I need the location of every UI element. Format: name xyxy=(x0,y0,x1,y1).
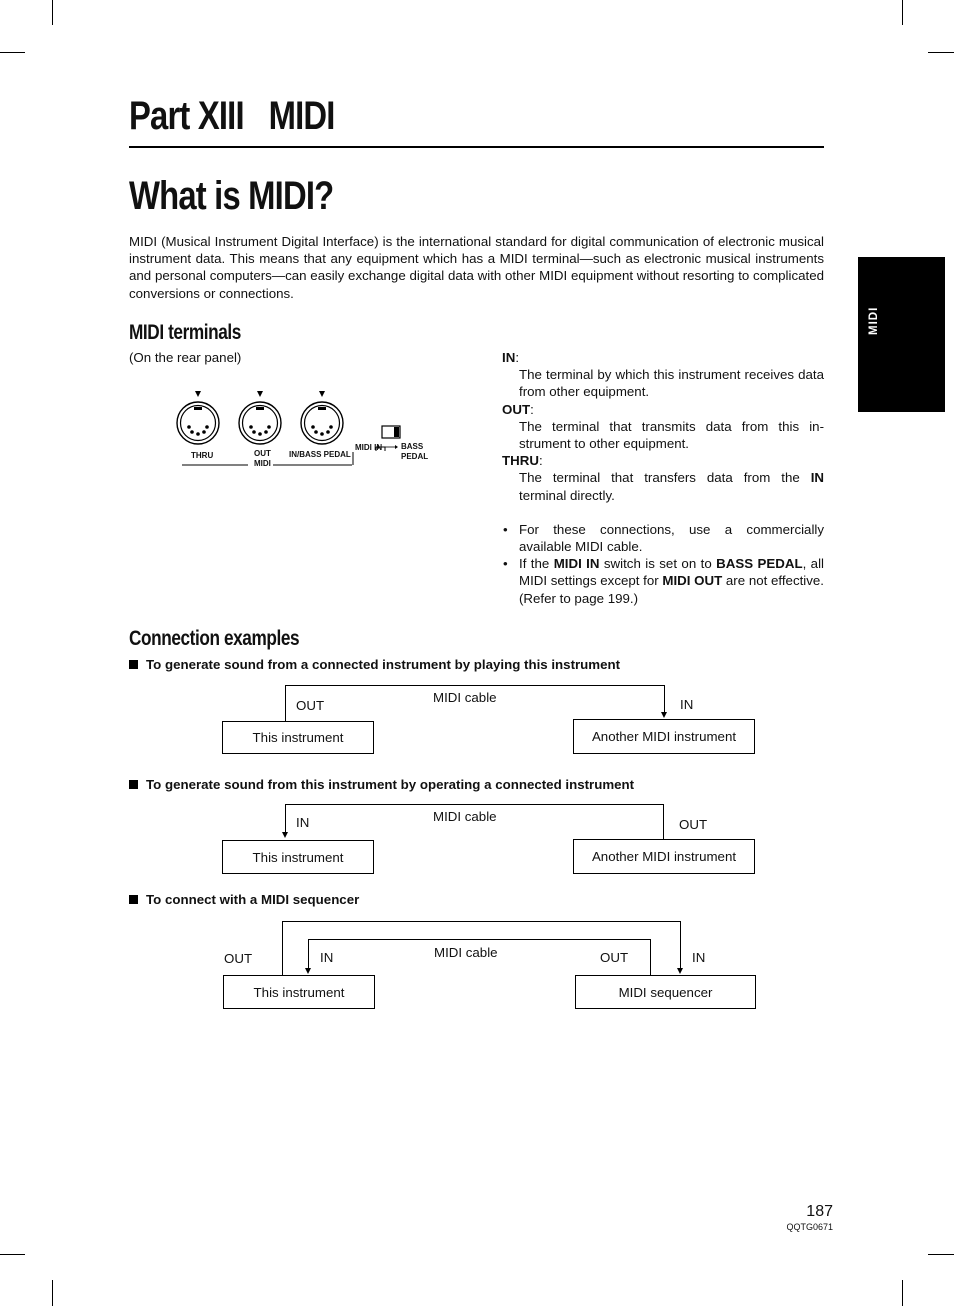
cable-line xyxy=(285,804,664,805)
crop-mark xyxy=(52,0,53,25)
definition-thru-text: The terminal that transfers data from th… xyxy=(502,469,824,503)
another-instrument-box: Another MIDI instrument xyxy=(573,839,755,874)
switch-label-midi-in: MIDI IN xyxy=(355,443,383,452)
square-bullet-icon xyxy=(129,780,138,789)
port-label-sequencer-out: OUT xyxy=(600,950,629,965)
jack-label-in-bass-pedal: IN/BASS PEDAL xyxy=(289,450,351,459)
page-title: What is MIDI? xyxy=(129,174,334,218)
crop-mark xyxy=(902,1280,903,1306)
midi-jack-thru xyxy=(176,391,220,445)
term-thru: THRU xyxy=(502,453,539,469)
arrow-down-icon xyxy=(282,832,288,838)
page-number: 187 xyxy=(806,1203,833,1220)
example-3-title: To connect with a MIDI sequencer xyxy=(129,892,359,907)
text-bold: MIDI OUT xyxy=(662,573,723,589)
example-title-text: To generate sound from this instrument b… xyxy=(146,777,635,792)
jack-label-thru: THRU xyxy=(191,451,214,460)
crop-mark xyxy=(928,52,954,53)
jack-group-label: MIDI xyxy=(254,459,271,468)
cable-line xyxy=(285,685,286,721)
midi-jack-out xyxy=(238,391,282,445)
switch-label-bass: BASS xyxy=(401,442,424,451)
document-code: QQTG0671 xyxy=(786,1222,833,1232)
port-label-this-out: OUT xyxy=(224,951,253,966)
crop-mark xyxy=(928,1254,954,1255)
term-in: IN xyxy=(502,350,516,365)
this-instrument-box: This instrument xyxy=(222,840,374,874)
square-bullet-icon xyxy=(129,660,138,669)
cable-label: MIDI cable xyxy=(433,690,497,705)
cable-line xyxy=(308,939,651,940)
side-tab-label: MIDI xyxy=(868,306,880,335)
text-bold: IN xyxy=(810,470,824,486)
text-part: terminal directly. xyxy=(519,487,615,503)
crop-mark xyxy=(0,52,25,53)
terminals-heading: MIDI terminals xyxy=(129,321,241,344)
cable-line xyxy=(664,685,665,713)
port-label-this-in: IN xyxy=(320,950,334,965)
text-part: The terminal that transfers data from th… xyxy=(519,470,811,486)
term-out: OUT xyxy=(502,401,531,417)
cable-line xyxy=(285,804,286,833)
cable-line xyxy=(308,939,309,969)
midi-sequencer-box: MIDI sequencer xyxy=(575,975,756,1009)
crop-mark xyxy=(0,1254,25,1255)
definition-in: IN: The terminal by which this instrumen… xyxy=(502,350,824,400)
port-label-in: IN xyxy=(680,697,694,712)
text-part: switch is set on to xyxy=(599,556,717,572)
arrow-down-icon xyxy=(305,968,311,974)
notes-list: For these connections, use a commerciall… xyxy=(502,521,824,607)
definition-thru: THRU: The terminal that transfers data f… xyxy=(502,453,824,503)
note-item: If the MIDI IN switch is set on to BASS … xyxy=(502,555,824,607)
text-bold: BASS PEDAL xyxy=(716,556,803,572)
note-item: For these connections, use a commerciall… xyxy=(502,521,824,555)
midi-jack-in xyxy=(300,391,344,445)
definition-out: OUT: The terminal that transmits data fr… xyxy=(502,401,824,452)
cable-line xyxy=(282,921,283,976)
text-bold: MIDI IN xyxy=(553,556,600,572)
part-title: Part XIII MIDI xyxy=(129,94,335,138)
arrow-down-icon xyxy=(661,712,667,718)
port-label-sequencer-in: IN xyxy=(692,950,706,965)
cable-line xyxy=(680,921,681,969)
cable-line xyxy=(663,804,664,839)
square-bullet-icon xyxy=(129,895,138,904)
midi-in-switch xyxy=(381,425,401,439)
switch-label-pedal: PEDAL xyxy=(401,452,429,461)
crop-mark xyxy=(902,0,903,25)
example-1-title: To generate sound from a connected instr… xyxy=(129,657,620,672)
definition-out-text: The terminal that transmits data from th… xyxy=(519,418,824,452)
connections-heading: Connection examples xyxy=(129,627,300,650)
cable-label: MIDI cable xyxy=(433,809,497,824)
example-title-text: To generate sound from a connected instr… xyxy=(146,657,621,672)
title-rule xyxy=(129,146,824,148)
intro-paragraph: MIDI (Musical Instrument Digital Interfa… xyxy=(129,234,824,301)
section-side-tab: MIDI xyxy=(858,257,945,412)
arrow-down-icon xyxy=(677,968,683,974)
port-label-out: OUT xyxy=(679,817,708,832)
rear-panel-diagram: THRU OUT MIDI IN/BASS PEDAL MIDI IN BASS… xyxy=(170,385,440,470)
cable-line xyxy=(282,921,681,922)
terminals-caption: (On the rear panel) xyxy=(129,350,242,365)
definition-in-text: The terminal by which this instrument re… xyxy=(519,367,824,400)
crop-mark xyxy=(52,1280,53,1306)
port-label-out: OUT xyxy=(296,698,325,713)
example-2-title: To generate sound from this instrument b… xyxy=(129,777,634,792)
text-part: If the xyxy=(519,556,554,572)
cable-line xyxy=(650,939,651,976)
port-label-in: IN xyxy=(296,815,310,830)
this-instrument-box: This instrument xyxy=(223,975,375,1009)
jack-label-out: OUT xyxy=(254,449,271,458)
cable-line xyxy=(285,685,665,686)
cable-label: MIDI cable xyxy=(434,945,498,960)
example-title-text: To connect with a MIDI sequencer xyxy=(146,892,360,907)
this-instrument-box: This instrument xyxy=(222,721,374,754)
another-instrument-box: Another MIDI instrument xyxy=(573,719,755,754)
terminal-definitions: IN: The terminal by which this instrumen… xyxy=(502,349,824,607)
